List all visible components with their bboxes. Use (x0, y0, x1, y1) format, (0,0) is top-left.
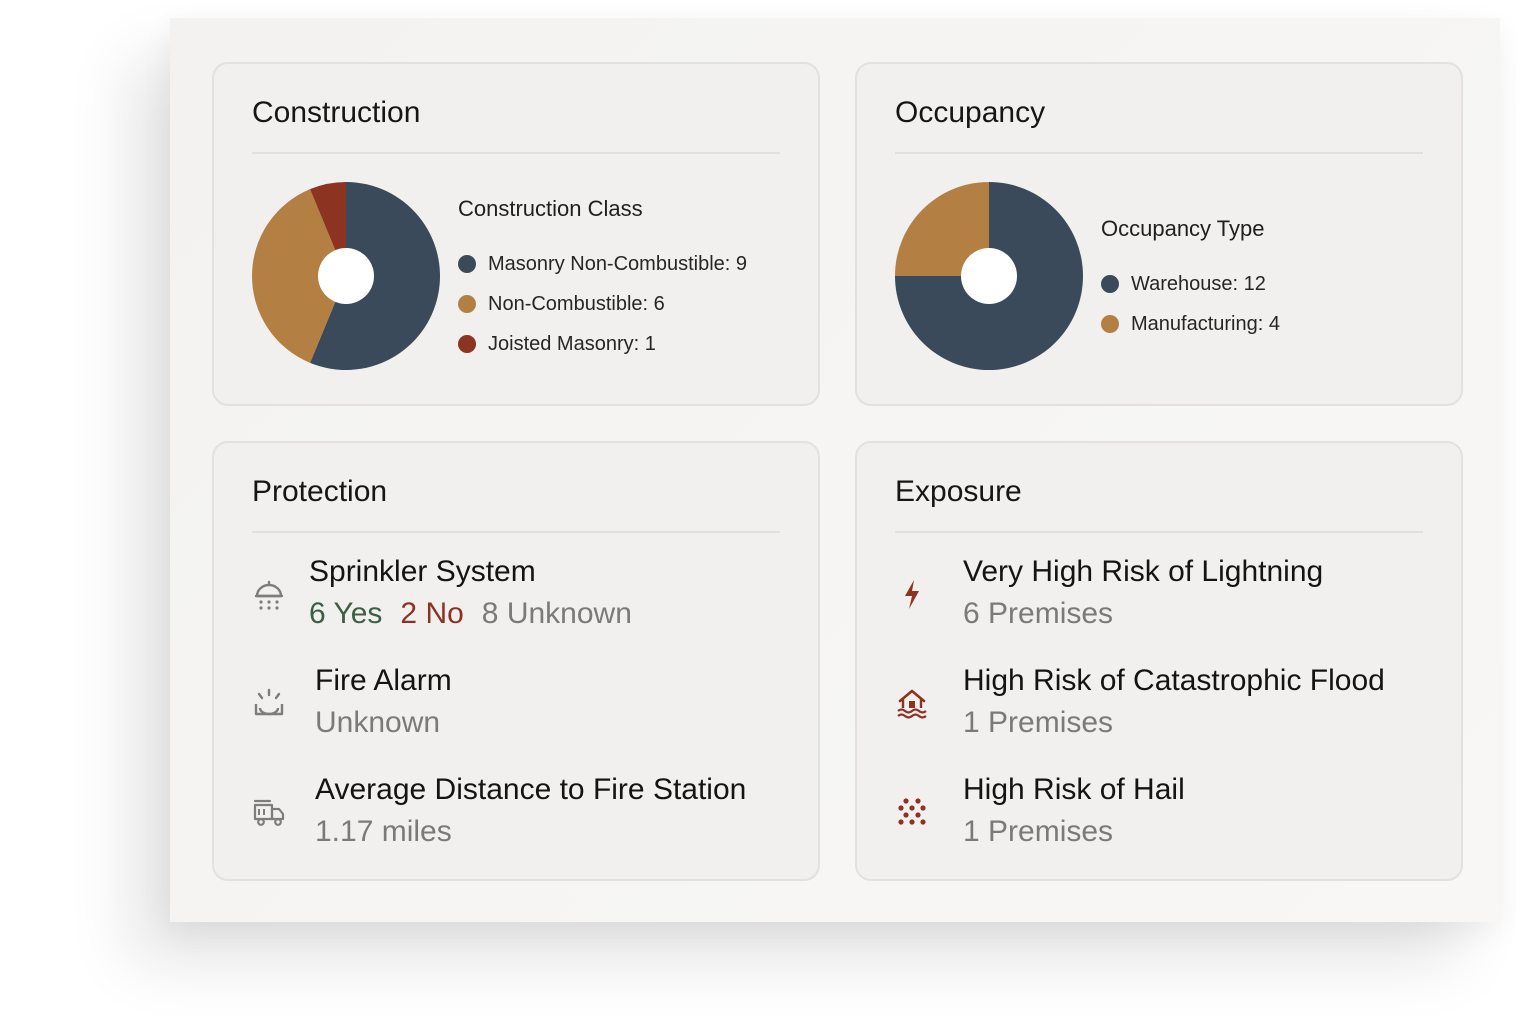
sprinkler-system-label: Sprinkler System (309, 555, 536, 588)
hail-risk-row: High Risk of Hail 1 Premises (895, 773, 1441, 863)
legend-item: Non-Combustible: 6 (458, 284, 747, 324)
donut-hole (318, 248, 374, 304)
sprinkler-yes-count: 6 Yes (309, 597, 383, 630)
card-title: Exposure (895, 475, 1022, 508)
construction-legend: Construction Class Masonry Non-Combustib… (458, 196, 747, 364)
fire-station-distance-row: Average Distance to Fire Station 1.17 mi… (252, 773, 798, 863)
construction-card: Construction Construction Class Masonry … (212, 62, 820, 406)
sprinkler-no-count: 2 No (400, 597, 464, 630)
legend-title: Occupancy Type (1101, 216, 1265, 241)
card-title: Protection (252, 475, 388, 508)
legend-dot-masonry-non-combustible (458, 255, 476, 273)
legend-dot-warehouse (1101, 275, 1119, 293)
flood-icon (897, 689, 927, 719)
sprinkler-unknown-count: 8 Unknown (481, 597, 632, 630)
hail-risk-label: High Risk of Hail (963, 773, 1185, 806)
flood-risk-row: High Risk of Catastrophic Flood 1 Premis… (895, 664, 1441, 754)
legend-label: Non-Combustible: 6 (488, 292, 665, 315)
lightning-risk-value: 6 Premises (963, 597, 1114, 630)
fire-station-distance-label: Average Distance to Fire Station (315, 773, 747, 806)
exposure-card: Exposure Very High Risk of Lightning 6 P… (855, 441, 1463, 881)
lightning-icon (905, 580, 919, 609)
legend-dot-non-combustible (458, 295, 476, 313)
sprinkler-icon (254, 580, 284, 610)
donut-hole (961, 248, 1017, 304)
card-title: Construction (252, 96, 421, 129)
hail-risk-value: 1 Premises (963, 815, 1114, 848)
divider (252, 531, 780, 533)
flood-risk-value: 1 Premises (963, 706, 1114, 739)
fire-alarm-row: Fire Alarm Unknown (252, 664, 798, 754)
legend-label: Warehouse: 12 (1131, 272, 1266, 295)
fire-alarm-value: Unknown (315, 706, 441, 739)
occupancy-card: Occupancy Occupancy Type Warehouse: 12 M… (855, 62, 1463, 406)
divider (895, 531, 1423, 533)
legend-item: Manufacturing: 4 (1101, 304, 1280, 344)
legend-item: Joisted Masonry: 1 (458, 324, 747, 364)
occupancy-type-pie-chart (895, 182, 1083, 370)
legend-title: Construction Class (458, 196, 643, 221)
construction-class-pie-chart (252, 182, 440, 370)
divider (895, 152, 1423, 154)
sprinkler-system-row: Sprinkler System 6 Yes 2 No 8 Unknown (252, 555, 798, 645)
legend-dot-manufacturing (1101, 315, 1119, 333)
legend-label: Joisted Masonry: 1 (488, 332, 656, 355)
protection-card: Protection Sprinkler System 6 Yes 2 No 8 U… (212, 441, 820, 881)
legend-item: Warehouse: 12 (1101, 264, 1280, 304)
card-title: Occupancy (895, 96, 1046, 129)
lightning-risk-row: Very High Risk of Lightning 6 Premises (895, 555, 1441, 645)
sprinkler-system-counts: 6 Yes 2 No 8 Unknown (309, 597, 632, 631)
hail-icon (898, 798, 926, 825)
fire-alarm-icon (254, 688, 284, 716)
divider (252, 152, 780, 154)
flood-risk-label: High Risk of Catastrophic Flood (963, 664, 1385, 697)
fire-station-distance-value: 1.17 miles (315, 815, 452, 848)
lightning-risk-label: Very High Risk of Lightning (963, 555, 1324, 588)
legend-item: Masonry Non-Combustible: 9 (458, 244, 747, 284)
legend-dot-joisted-masonry (458, 335, 476, 353)
fire-alarm-label: Fire Alarm (315, 664, 452, 697)
legend-label: Manufacturing: 4 (1131, 312, 1280, 335)
legend-label: Masonry Non-Combustible: 9 (488, 252, 747, 275)
fire-truck-icon (253, 799, 285, 826)
occupancy-legend: Occupancy Type Warehouse: 12 Manufacturi… (1101, 216, 1280, 344)
